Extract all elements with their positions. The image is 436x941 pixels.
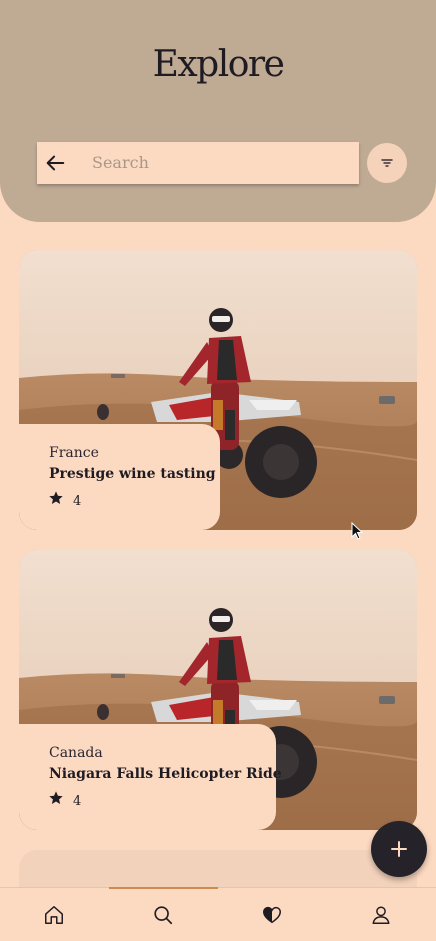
search-input[interactable]: Search	[92, 153, 149, 172]
nav-favorites[interactable]	[218, 888, 327, 941]
experience-name: Prestige wine tasting	[49, 466, 216, 482]
page-title: Explore	[152, 44, 285, 85]
experience-country: Canada	[49, 745, 103, 761]
star-icon	[49, 491, 63, 504]
experience-rating: 4	[73, 494, 82, 509]
experience-rating: 4	[73, 794, 82, 809]
experience-card[interactable]: France Prestige wine tasting 4	[19, 250, 417, 530]
add-button[interactable]	[371, 821, 427, 877]
nav-profile[interactable]	[327, 888, 436, 941]
heart-icon	[263, 906, 281, 924]
header: Explore Search	[0, 0, 436, 222]
experience-country: France	[49, 445, 99, 461]
nav-search[interactable]	[109, 888, 218, 941]
filter-icon	[381, 159, 393, 167]
search-bar[interactable]: Search	[37, 142, 359, 184]
experience-card[interactable]: Canada Niagara Falls Helicopter Ride 4	[19, 550, 417, 830]
home-icon	[45, 906, 63, 924]
plus-icon	[391, 841, 407, 857]
search-icon	[154, 906, 173, 925]
arrow-left-icon[interactable]	[44, 152, 66, 174]
user-icon	[372, 906, 390, 924]
filter-button[interactable]	[367, 143, 407, 183]
experience-info: France Prestige wine tasting 4	[19, 424, 220, 530]
bottom-nav	[0, 887, 436, 941]
mouse-cursor-icon	[351, 522, 363, 540]
experience-info: Canada Niagara Falls Helicopter Ride 4	[19, 724, 282, 830]
star-icon	[49, 791, 63, 804]
experience-name: Niagara Falls Helicopter Ride	[49, 766, 282, 782]
nav-home[interactable]	[0, 888, 109, 941]
